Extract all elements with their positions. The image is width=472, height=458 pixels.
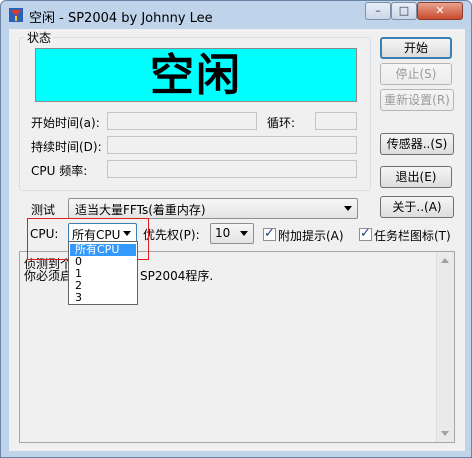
priority-label: 优先权(P):: [143, 228, 200, 242]
tray-icon-label[interactable]: 任务栏图标(T): [374, 227, 451, 244]
status-display: 空闲: [35, 48, 357, 102]
cpu-option[interactable]: 3: [70, 292, 136, 304]
start-time-label: 开始时间(a):: [31, 116, 100, 130]
checkmark-icon: ✓: [360, 226, 371, 241]
sensors-button[interactable]: 传感器..(S): [380, 133, 454, 155]
maximize-icon: □: [398, 4, 410, 17]
app-icon: [9, 8, 23, 22]
maximize-button[interactable]: □: [391, 2, 417, 20]
scroll-up-icon[interactable]: [441, 258, 449, 263]
title-bar[interactable]: 空闲 - SP2004 by Johnny Lee – □ ✕: [1, 1, 471, 29]
test-label: 测试: [31, 203, 56, 217]
priority-value: 10: [215, 226, 231, 240]
checkmark-icon: ✓: [264, 226, 275, 241]
tray-icon-checkbox[interactable]: ✓: [359, 226, 372, 241]
minimize-button[interactable]: –: [365, 2, 391, 20]
extra-hints-checkbox[interactable]: ✓: [263, 226, 276, 241]
cpu-frequency-field: [107, 160, 357, 178]
stop-button[interactable]: 停止(S): [380, 63, 452, 85]
reset-button[interactable]: 重新设置(R): [380, 89, 454, 111]
start-time-field: [107, 112, 257, 130]
test-mode-value: 适当大量FFTs(着重内存): [75, 203, 206, 217]
cpu-dropdown-list[interactable]: 所有CPU 0 1 2 3: [68, 241, 138, 305]
chevron-down-icon: [344, 206, 352, 211]
app-window: 空闲 - SP2004 by Johnny Lee – □ ✕ 状态 空闲 开始…: [0, 0, 472, 458]
duration-label: 持续时间(D):: [31, 140, 102, 154]
start-button[interactable]: 开始: [380, 37, 452, 59]
priority-select[interactable]: 10: [210, 223, 254, 244]
about-button[interactable]: 关于..(A): [380, 196, 454, 218]
scroll-down-icon[interactable]: [441, 431, 449, 436]
close-icon: ✕: [435, 4, 445, 17]
test-mode-select[interactable]: 适当大量FFTs(着重内存): [68, 198, 358, 219]
status-group-label: 状态: [25, 29, 54, 46]
minimize-icon: –: [375, 4, 381, 17]
loop-field: [315, 112, 357, 130]
extra-hints-label[interactable]: 附加提示(A): [278, 227, 344, 244]
log-line-tail: SP2004程序.: [140, 269, 214, 283]
status-state-text: 空闲: [150, 50, 242, 101]
duration-field: [107, 136, 357, 154]
log-line: 你必须启: [24, 269, 73, 283]
window-title: 空闲 - SP2004 by Johnny Lee: [29, 11, 213, 26]
chevron-down-icon: [240, 231, 248, 236]
loop-label: 循环:: [267, 116, 296, 130]
exit-button[interactable]: 退出(E): [380, 166, 452, 188]
log-scrollbar[interactable]: [436, 252, 454, 442]
close-button[interactable]: ✕: [417, 2, 463, 20]
cpu-frequency-label: CPU 频率:: [31, 164, 88, 178]
